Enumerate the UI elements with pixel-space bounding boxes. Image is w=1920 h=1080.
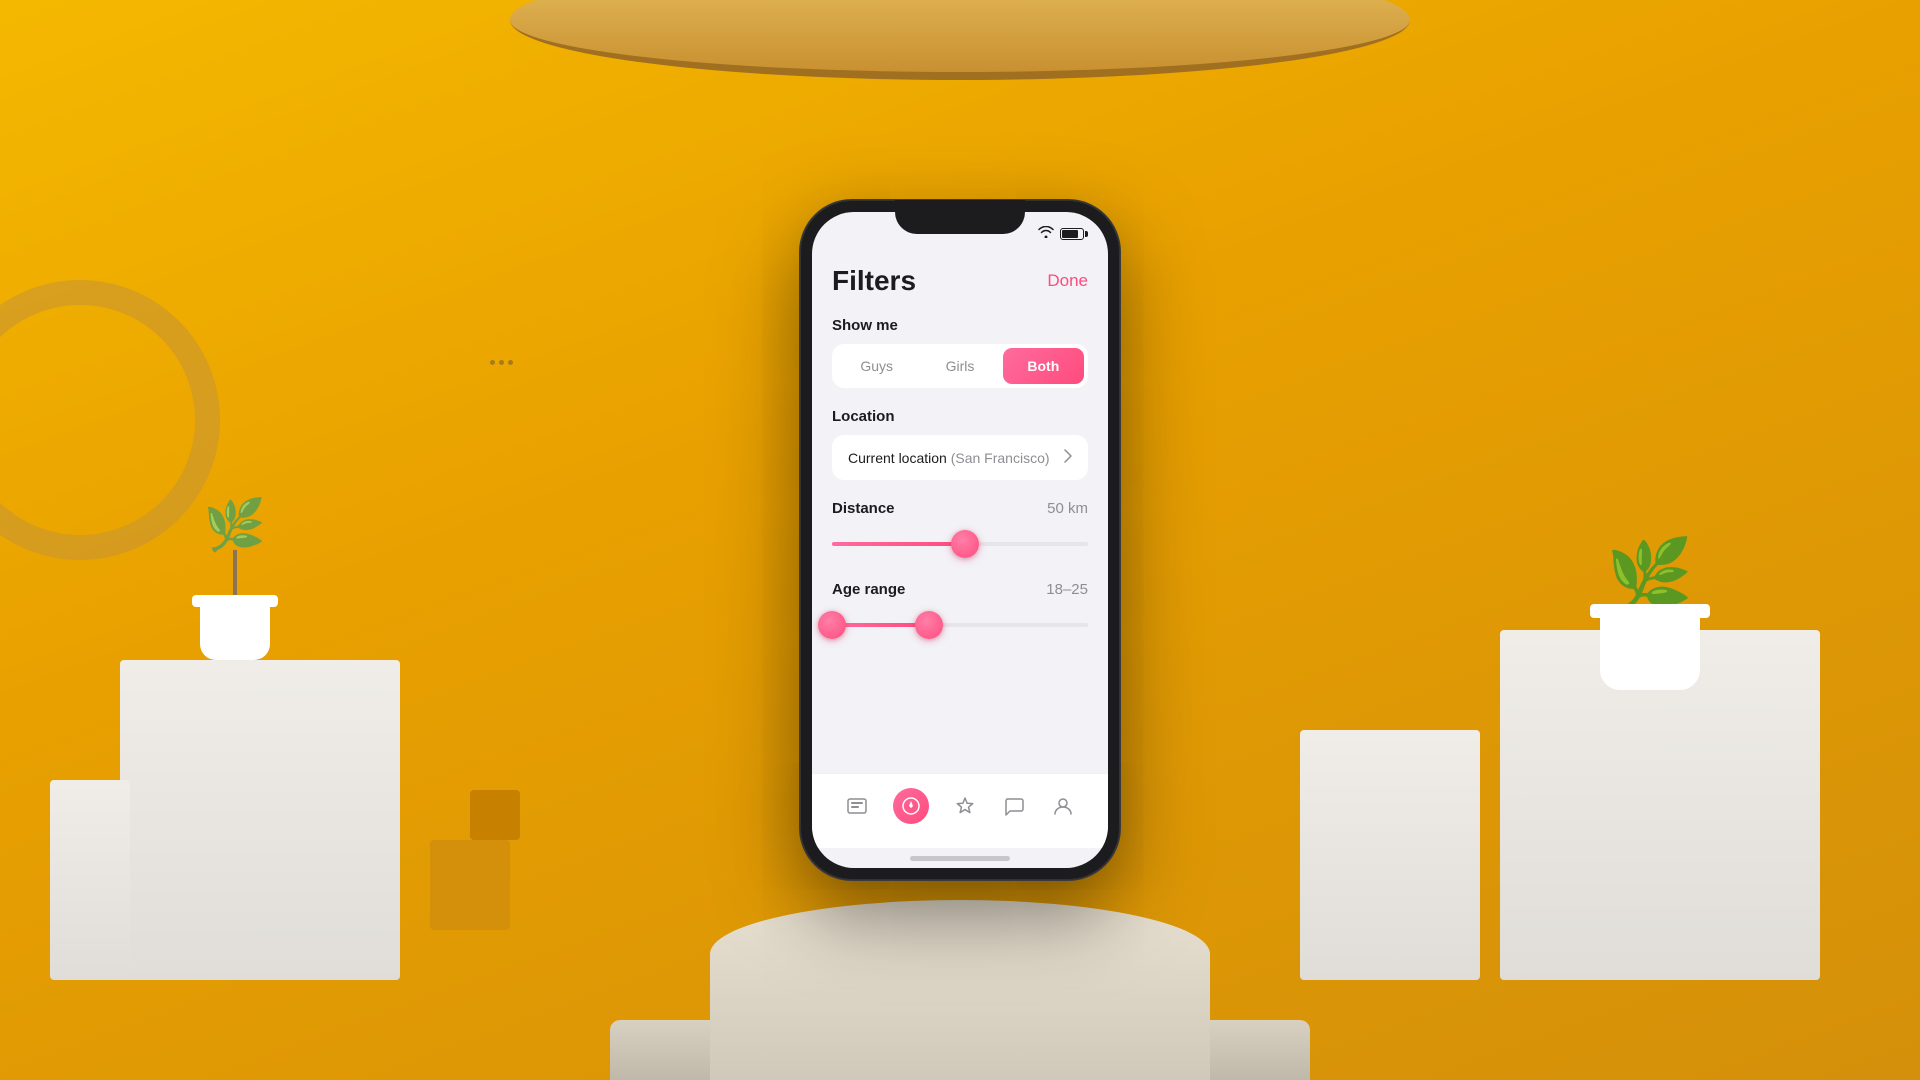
show-me-buttons: Guys Girls Both <box>832 344 1088 388</box>
nav-item-cards[interactable] <box>836 789 878 823</box>
location-arrow-icon <box>1058 449 1072 466</box>
distance-header: Distance 50 km <box>832 500 1088 517</box>
yellow-box-decoration <box>430 840 510 930</box>
page-title: Filters <box>832 265 916 297</box>
show-me-section: Show me Guys Girls Both <box>832 317 1088 388</box>
block-left <box>120 660 400 980</box>
block-left2 <box>50 780 130 980</box>
location-label: Location <box>832 408 1088 425</box>
show-me-label: Show me <box>832 317 1088 334</box>
distance-section: Distance 50 km <box>832 500 1088 561</box>
plant-right-decoration: 🌿 <box>1600 540 1700 690</box>
plant-left-decoration: 🌿 <box>200 500 270 660</box>
chat-icon <box>1001 793 1027 819</box>
nav-item-star[interactable] <box>944 789 986 823</box>
show-me-guys-button[interactable]: Guys <box>836 348 917 384</box>
nav-item-compass[interactable] <box>885 784 937 828</box>
wifi-icon <box>1038 226 1054 241</box>
compass-icon <box>893 788 929 824</box>
distance-label: Distance <box>832 500 895 517</box>
home-bar <box>910 856 1010 861</box>
distance-thumb[interactable] <box>951 530 979 558</box>
age-range-max-thumb[interactable] <box>915 611 943 639</box>
bottom-navigation <box>812 773 1108 848</box>
age-range-header: Age range 18–25 <box>832 581 1088 598</box>
age-range-section: Age range 18–25 <box>832 581 1088 642</box>
phone-screen: Filters Done Show me Guys Girls Bo <box>812 212 1108 868</box>
pedestal <box>710 900 1210 1080</box>
done-button[interactable]: Done <box>1047 271 1088 291</box>
age-range-min-thumb[interactable] <box>818 611 846 639</box>
block-right2 <box>1300 730 1480 980</box>
home-indicator <box>812 848 1108 868</box>
phone: Filters Done Show me Guys Girls Bo <box>800 200 1120 880</box>
location-input[interactable]: Current location (San Francisco) <box>832 435 1088 480</box>
nav-item-profile[interactable] <box>1042 789 1084 823</box>
dots-decoration <box>490 360 513 365</box>
phone-wrapper: Filters Done Show me Guys Girls Bo <box>800 200 1120 880</box>
age-range-label: Age range <box>832 581 905 598</box>
distance-fill <box>832 542 965 546</box>
star-icon <box>952 793 978 819</box>
show-me-girls-button[interactable]: Girls <box>919 348 1000 384</box>
filters-header: Filters Done <box>832 265 1088 297</box>
profile-icon <box>1050 793 1076 819</box>
show-me-both-button[interactable]: Both <box>1003 348 1084 384</box>
distance-value: 50 km <box>1047 500 1088 517</box>
notch <box>895 200 1025 234</box>
location-section: Location Current location (San Francisco… <box>832 408 1088 480</box>
screen-content: Filters Done Show me Guys Girls Bo <box>812 241 1108 773</box>
nav-item-chat[interactable] <box>993 789 1035 823</box>
age-range-value: 18–25 <box>1046 581 1088 598</box>
age-range-slider[interactable] <box>832 608 1088 642</box>
location-text: Current location (San Francisco) <box>848 450 1050 466</box>
distance-slider[interactable] <box>832 527 1088 561</box>
battery-icon <box>1060 228 1084 240</box>
location-city: (San Francisco) <box>951 450 1050 466</box>
status-icons <box>1038 226 1084 241</box>
yellow-box2-decoration <box>470 790 520 840</box>
cards-icon <box>844 793 870 819</box>
